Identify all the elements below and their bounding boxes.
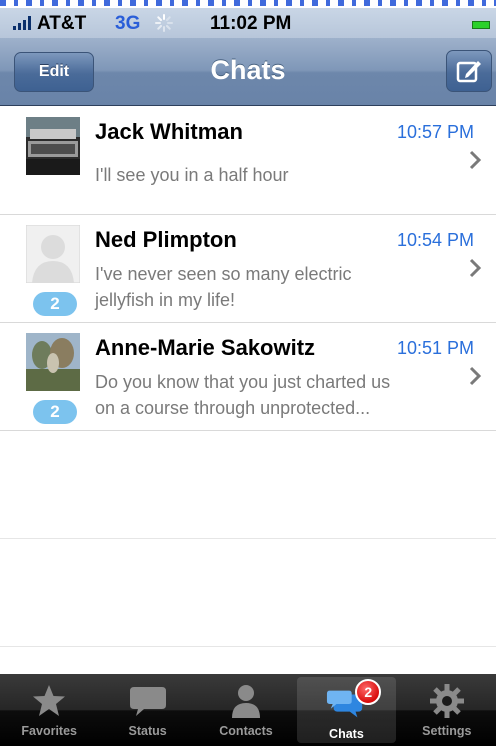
tab-label: Contacts	[219, 724, 273, 738]
chat-row[interactable]: Jack Whitman 10:57 PM I'll see you in a …	[0, 107, 496, 215]
tab-favorites[interactable]: Favorites	[0, 674, 98, 746]
carrier-name: AT&T	[37, 13, 87, 34]
tab-label: Settings	[422, 724, 472, 738]
avatar	[26, 333, 80, 391]
compose-button[interactable]	[446, 50, 492, 92]
contact-name: Anne-Marie Sakowitz	[95, 335, 316, 360]
tab-label: Favorites	[21, 724, 77, 738]
message-time: 10:51 PM	[396, 338, 474, 358]
message-preview: Do you know that you just charted us on …	[95, 372, 391, 418]
person-icon	[232, 685, 261, 718]
avatar	[26, 225, 80, 283]
chat-row[interactable]: 2 Ned Plimpton 10:54 PM I've never seen …	[0, 215, 496, 323]
tab-label: Chats	[329, 727, 364, 741]
compose-icon	[456, 61, 481, 83]
chevron-right-icon	[469, 258, 482, 278]
contact-name: Jack Whitman	[95, 119, 243, 144]
chevron-right-icon	[469, 366, 482, 386]
tab-label: Status	[128, 724, 167, 738]
signal-strength-icon	[13, 16, 35, 30]
gear-icon	[429, 684, 464, 718]
contact-name: Ned Plimpton	[95, 227, 237, 252]
chat-list: Jack Whitman 10:57 PM I'll see you in a …	[0, 107, 496, 647]
navigation-bar: Edit Chats	[0, 38, 496, 106]
chats-badge: 2	[355, 679, 382, 705]
tab-contacts[interactable]: Contacts	[197, 674, 295, 746]
avatar	[26, 117, 80, 175]
message-time: 10:57 PM	[396, 122, 474, 142]
message-preview: I'll see you in a half hour	[95, 165, 289, 185]
clock: 11:02 PM	[210, 13, 292, 34]
tab-chats[interactable]: 2 Chats	[297, 677, 396, 743]
activity-spinner-icon	[155, 14, 173, 32]
status-bar: AT&T 3G 11:02 PM	[0, 8, 496, 38]
message-preview: I've never seen so many electric jellyfi…	[95, 264, 352, 310]
chevron-right-icon	[469, 150, 482, 170]
unread-count-badge: 2	[33, 292, 77, 316]
network-type: 3G	[115, 13, 141, 34]
message-time: 10:54 PM	[396, 230, 474, 250]
empty-list-row	[0, 539, 496, 647]
chat-row[interactable]: 2 Anne-Marie Sakowitz 10:51 PM Do you kn…	[0, 323, 496, 431]
tab-bar: Favorites Status Contacts 2 Chats Settin…	[0, 674, 496, 746]
star-icon	[33, 685, 66, 716]
page-title: Chats	[210, 55, 286, 85]
tab-status[interactable]: Status	[98, 674, 196, 746]
battery-icon	[472, 21, 490, 29]
empty-list-row	[0, 431, 496, 539]
top-edge-fragment	[0, 0, 496, 8]
tab-settings[interactable]: Settings	[398, 674, 496, 746]
speech-bubble-icon	[129, 687, 166, 716]
unread-count-badge: 2	[33, 400, 77, 424]
